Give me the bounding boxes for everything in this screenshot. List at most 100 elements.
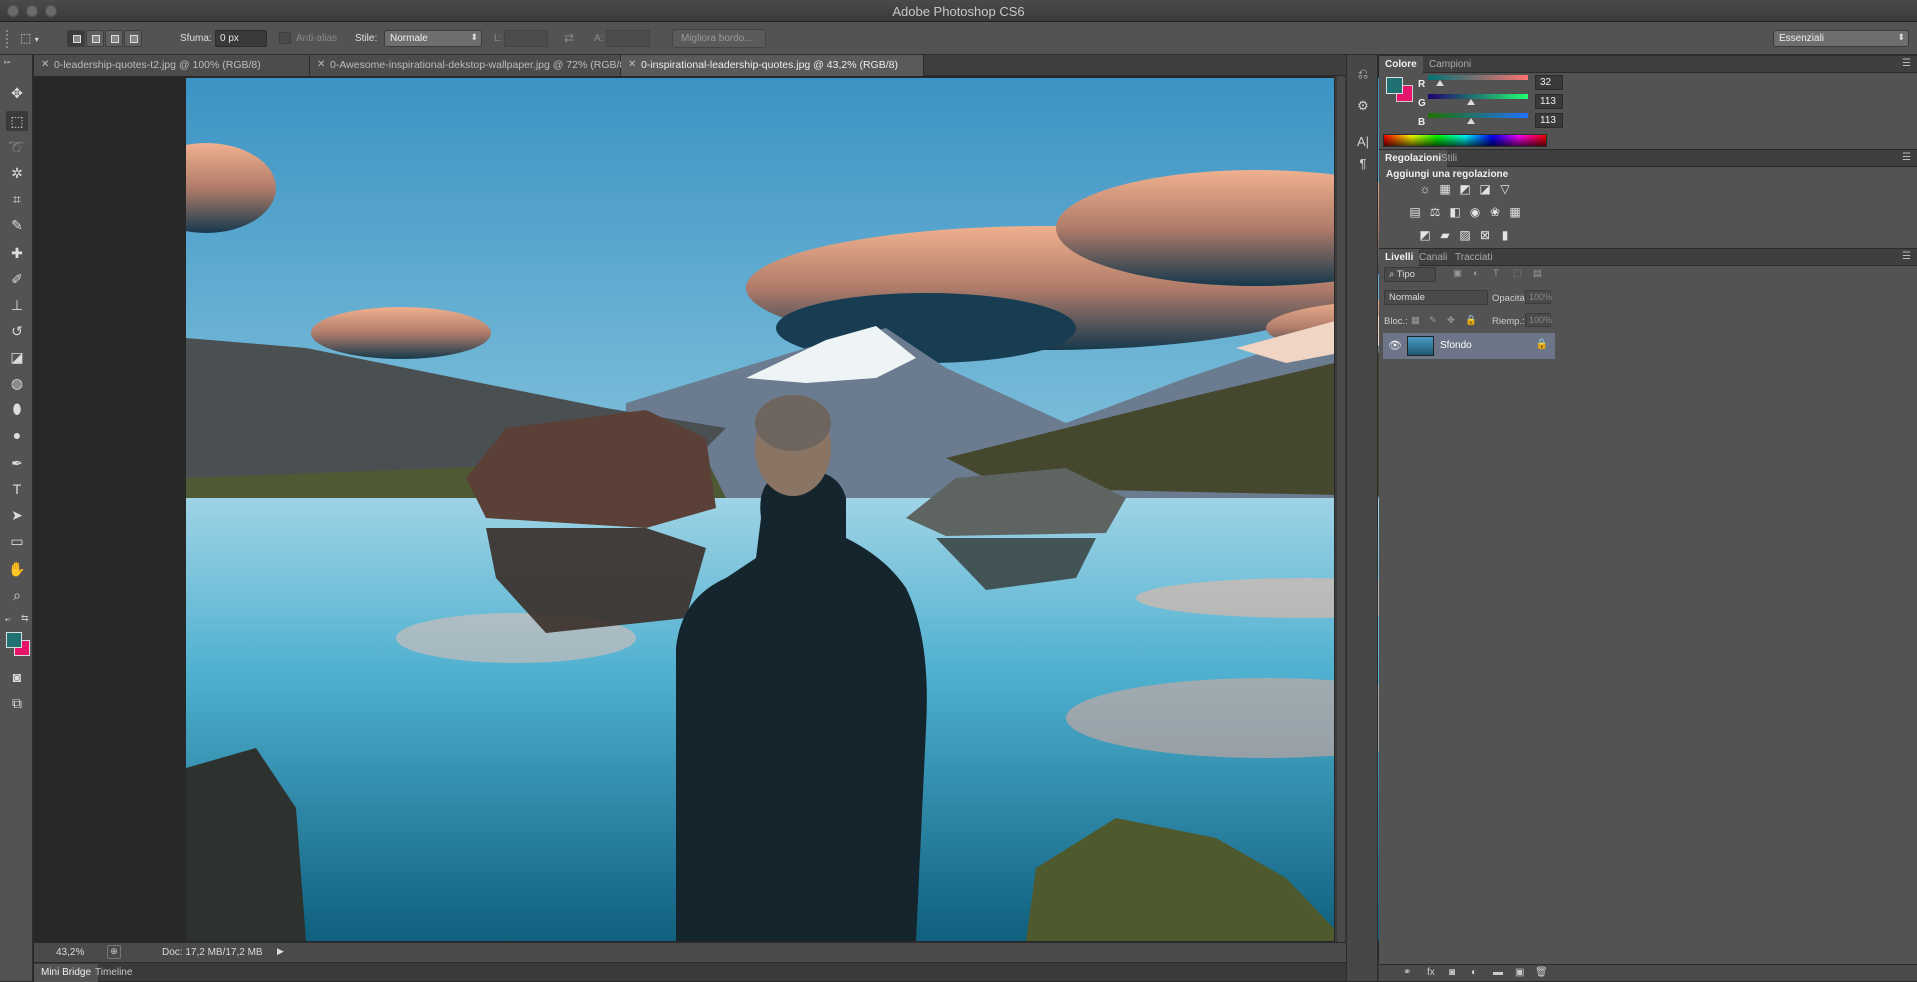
vibrance-icon[interactable]: ▽ (1497, 182, 1513, 196)
lock-pixels-icon[interactable]: ✎ (1429, 315, 1437, 326)
delete-layer-icon[interactable]: 🗑 (1535, 967, 1548, 978)
opacity-input[interactable]: 100% (1525, 290, 1552, 304)
b-slider[interactable] (1428, 113, 1528, 124)
lasso-tool-icon[interactable]: ➰ (6, 137, 28, 157)
blur-tool-icon[interactable]: ⬮ (6, 399, 28, 419)
lock-position-icon[interactable]: ✥ (1447, 315, 1455, 326)
tab-timeline[interactable]: Timeline (88, 964, 139, 982)
new-selection-button[interactable] (67, 30, 85, 47)
layer-filter-select[interactable]: ⌕ Tipo (1384, 267, 1436, 282)
healing-brush-tool-icon[interactable]: ✚ (6, 243, 28, 263)
tab-campioni[interactable]: Campioni (1423, 56, 1477, 73)
exposure-icon[interactable]: ◪ (1477, 182, 1493, 196)
lock-all-icon[interactable]: 🔒 (1465, 315, 1477, 326)
panel-menu-icon[interactable]: ☰ (1902, 251, 1911, 262)
layer-style-icon[interactable]: fx (1427, 967, 1435, 978)
clone-stamp-tool-icon[interactable]: ⊥ (6, 295, 28, 315)
path-selection-tool-icon[interactable]: ➤ (6, 505, 28, 525)
tab-colore[interactable]: Colore (1379, 56, 1423, 73)
new-group-icon[interactable]: ▬ (1493, 967, 1503, 978)
eyedropper-tool-icon[interactable]: ✎ (6, 215, 28, 235)
b-value-input[interactable]: 113 (1535, 113, 1563, 128)
intersect-selection-button[interactable] (124, 30, 142, 47)
refine-edge-button[interactable]: Migliora bordo... (672, 29, 766, 48)
g-slider[interactable] (1428, 94, 1528, 105)
fill-input[interactable]: 100% (1525, 313, 1552, 327)
paragraph-panel-icon[interactable]: ¶ (1354, 155, 1372, 173)
tab-canali[interactable]: Canali (1413, 249, 1453, 266)
magic-wand-tool-icon[interactable]: ✲ (6, 163, 28, 183)
brush-tool-icon[interactable]: ✐ (6, 269, 28, 289)
eraser-tool-icon[interactable]: ◪ (6, 347, 28, 367)
photo-filter-icon[interactable]: ◉ (1467, 205, 1483, 219)
foreground-color-swatch[interactable] (6, 632, 22, 648)
g-slider-thumb[interactable] (1467, 99, 1475, 105)
status-menu-arrow-icon[interactable]: ▶ (277, 946, 284, 957)
history-brush-tool-icon[interactable]: ↺ (6, 321, 28, 341)
add-to-selection-button[interactable] (86, 30, 104, 47)
color-lookup-icon[interactable]: ▦ (1507, 205, 1523, 219)
type-filter-icon[interactable]: T (1493, 268, 1499, 279)
rectangular-marquee-tool-icon[interactable]: ⬚ (6, 111, 28, 131)
posterize-icon[interactable]: ▰ (1437, 228, 1453, 242)
default-colors-icon[interactable]: ▪▫ (5, 615, 11, 624)
dodge-tool-icon[interactable]: ● (6, 425, 28, 445)
document-tab-active[interactable]: ✕ 0-inspirational-leadership-quotes.jpg @… (621, 55, 924, 76)
height-input[interactable] (606, 30, 650, 47)
panel-menu-icon[interactable]: ☰ (1902, 152, 1911, 163)
lock-transparency-icon[interactable]: ▦ (1411, 315, 1420, 326)
threshold-icon[interactable]: ▨ (1457, 228, 1473, 242)
rectangle-tool-icon[interactable]: ▭ (6, 531, 28, 551)
style-select[interactable]: Normale (384, 30, 482, 47)
selective-color-icon[interactable]: ⊠ (1477, 228, 1493, 242)
subtract-from-selection-button[interactable] (105, 30, 123, 47)
workspace-select[interactable]: Essenziali (1773, 30, 1909, 47)
scrollbar-thumb[interactable] (1337, 76, 1345, 942)
tab-tracciati[interactable]: Tracciati (1449, 249, 1498, 266)
swap-dimensions-icon[interactable]: ⇄ (564, 31, 574, 45)
link-layers-icon[interactable]: ⚭ (1403, 967, 1411, 978)
feather-input[interactable]: 0 px (215, 30, 267, 47)
document-tab[interactable]: ✕ 0-leadership-quotes-t2.jpg @ 100% (RGB/… (34, 55, 310, 76)
gradient-map-icon[interactable]: ▮ (1497, 228, 1513, 242)
zoom-level[interactable]: 43,2% (56, 947, 84, 958)
properties-panel-icon[interactable]: ⚙ (1354, 97, 1372, 115)
document-tab[interactable]: ✕ 0-Awesome-inspirational-dekstop-wallpap… (310, 55, 629, 76)
zoom-tool-icon[interactable]: ⌕ (6, 585, 28, 605)
curves-icon[interactable]: ◩ (1457, 182, 1473, 196)
document-image[interactable] (186, 78, 1482, 941)
collapse-panel-icon[interactable]: ▸▸ (4, 58, 11, 66)
pixel-filter-icon[interactable]: ▣ (1453, 268, 1462, 279)
r-value-input[interactable]: 32 (1535, 75, 1563, 90)
move-tool-icon[interactable]: ✥ (6, 83, 28, 103)
character-panel-icon[interactable]: A| (1354, 133, 1372, 151)
antialias-checkbox[interactable] (279, 32, 291, 44)
channel-mixer-icon[interactable]: ❀ (1487, 205, 1503, 219)
history-panel-icon[interactable]: ⎌ (1354, 65, 1372, 83)
hand-tool-icon[interactable]: ✋ (6, 559, 28, 579)
r-slider[interactable] (1428, 75, 1528, 86)
close-tab-icon[interactable]: ✕ (628, 59, 636, 70)
foreground-color-swatch[interactable] (1386, 77, 1403, 94)
crop-tool-icon[interactable]: ⌗ (6, 189, 28, 209)
swap-colors-icon[interactable]: ⇆ (21, 613, 29, 624)
quick-mask-icon[interactable]: ◙ (6, 667, 28, 687)
blend-mode-select[interactable]: Normale (1384, 290, 1488, 305)
close-tab-icon[interactable]: ✕ (41, 59, 49, 70)
brightness-contrast-icon[interactable]: ☼ (1417, 182, 1433, 196)
g-value-input[interactable]: 113 (1535, 94, 1563, 109)
new-adjustment-layer-icon[interactable]: ◐ (1471, 967, 1477, 978)
layer-row[interactable]: 👁 Sfondo 🔒 (1383, 333, 1555, 359)
width-input[interactable] (504, 30, 548, 47)
layer-name[interactable]: Sfondo (1440, 340, 1472, 351)
vertical-scrollbar[interactable] (1334, 76, 1346, 942)
paint-bucket-tool-icon[interactable]: ◍ (6, 373, 28, 393)
tab-stili[interactable]: Stili (1435, 150, 1463, 167)
screen-mode-icon[interactable]: ⧉ (6, 693, 28, 713)
new-layer-icon[interactable]: ▣ (1515, 967, 1524, 978)
levels-icon[interactable]: ▦ (1437, 182, 1453, 196)
adjustment-filter-icon[interactable]: ◐ (1473, 268, 1479, 279)
close-tab-icon[interactable]: ✕ (317, 59, 325, 70)
invert-icon[interactable]: ◩ (1417, 228, 1433, 242)
color-balance-icon[interactable]: ⚖ (1427, 205, 1443, 219)
